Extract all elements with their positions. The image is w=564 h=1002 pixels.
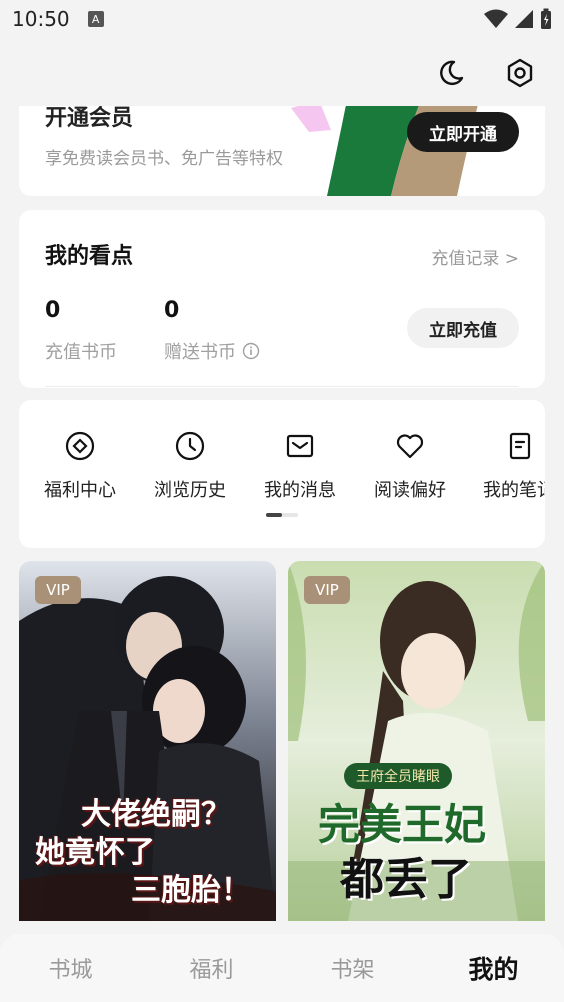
gift-coins-label: 赠送书币 [164, 338, 260, 364]
recharge-coins-text: 充值书币 [45, 342, 117, 363]
divider [45, 386, 519, 387]
note-icon [504, 430, 536, 462]
vip-badge: VIP [304, 576, 350, 604]
cover-line: 三胞胎！ [131, 873, 251, 908]
diamond-coin-icon [64, 430, 96, 462]
book-card-2[interactable]: VIP 王府全员睹眼 完美王妃 都丢了 [288, 561, 545, 921]
book-cover-2-banner: 王府全员睹眼 [344, 763, 452, 789]
menu-item-welfare[interactable]: 福利中心 [30, 430, 130, 502]
settings-icon[interactable] [503, 56, 537, 90]
recharge-button[interactable]: 立即充值 [407, 308, 519, 348]
menu-scroll-indicator [266, 513, 298, 517]
moon-icon[interactable] [434, 56, 468, 90]
heart-icon [394, 430, 426, 462]
menu-label: 我的笔记 [483, 480, 545, 501]
menu-label: 阅读偏好 [374, 480, 446, 501]
bottom-nav: 书城 福利 书架 我的 [0, 934, 564, 1002]
gift-coins-text: 赠送书币 [164, 342, 236, 363]
clock-icon [174, 430, 206, 462]
nav-mine[interactable]: 我的 [423, 934, 564, 1002]
signal-icon [515, 10, 533, 28]
vip-subtitle: 享免费读会员书、免广告等特权 [45, 149, 283, 169]
recharge-coins-label: 充值书币 [45, 338, 117, 364]
wifi-icon [484, 9, 508, 28]
gift-coins-value: 0 [164, 298, 180, 323]
nav-bookshelf[interactable]: 书架 [282, 934, 423, 1002]
nav-welfare[interactable]: 福利 [141, 934, 282, 1002]
cover-line: 都丢了 [340, 854, 472, 905]
recharge-record-link[interactable]: 充值记录 > [431, 244, 519, 269]
open-vip-button[interactable]: 立即开通 [407, 112, 519, 152]
info-icon[interactable] [242, 342, 260, 360]
book-card-1[interactable]: VIP 大佬绝嗣？ 她竟怀了 三胞胎！ [19, 561, 276, 921]
nav-bookstore[interactable]: 书城 [0, 934, 141, 1002]
mail-icon [284, 430, 316, 462]
menu-card: 福利中心 浏览历史 我的消息 阅读偏好 我的笔记 [19, 400, 545, 548]
points-title: 我的看点 [45, 244, 134, 269]
points-card: 我的看点 充值记录 > 0 充值书币 0 赠送书币 立即充值 [19, 210, 545, 388]
status-bar: 10:50 A [0, 0, 564, 38]
menu-item-preferences[interactable]: 阅读偏好 [360, 430, 460, 502]
status-time: 10:50 [12, 7, 70, 31]
vip-badge: VIP [35, 576, 81, 604]
menu-item-notes[interactable]: 我的笔记 [470, 430, 545, 502]
battery-icon [541, 8, 551, 29]
scroll-thumb [266, 513, 282, 517]
menu-label: 我的消息 [264, 480, 336, 501]
menu-label: 福利中心 [44, 480, 116, 501]
status-icons [484, 8, 552, 30]
top-bar [0, 38, 564, 108]
notification-a-icon: A [87, 11, 104, 27]
menu-item-messages[interactable]: 我的消息 [250, 430, 350, 502]
menu-item-history[interactable]: 浏览历史 [140, 430, 240, 502]
menu-label: 浏览历史 [154, 480, 226, 501]
recharge-coins-value: 0 [45, 298, 61, 323]
